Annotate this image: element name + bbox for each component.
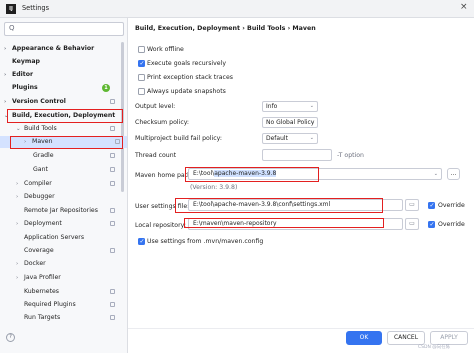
- chevron-right-icon: ›: [4, 72, 7, 78]
- sidebar-item-keymap[interactable]: Keymap: [12, 56, 122, 68]
- folder-icon[interactable]: ▭: [405, 218, 419, 230]
- sidebar-item-java-profiler[interactable]: › Java Profiler: [16, 272, 122, 284]
- sidebar-item-version-control[interactable]: › Version Control: [4, 96, 122, 108]
- work-offline-label: Work offline: [147, 46, 184, 53]
- execute-goals-recursively-checkbox[interactable]: [138, 60, 145, 67]
- sidebar-item-plugins[interactable]: Plugins 1: [12, 82, 122, 94]
- use-mvn-config-label: Use settings from .mvn/maven.config: [147, 238, 264, 245]
- browse-maven-home-button[interactable]: …: [447, 168, 460, 180]
- title-bar: [0, 0, 474, 18]
- thread-count-input[interactable]: [262, 149, 332, 161]
- chevron-down-icon: ⌄: [433, 171, 438, 177]
- use-mvn-config-checkbox[interactable]: [138, 238, 145, 245]
- breadcrumb-separator: ›: [287, 25, 291, 32]
- sidebar-item-appearance[interactable]: › Appearance & Behavior: [4, 43, 122, 55]
- apply-button[interactable]: APPLY: [430, 331, 468, 345]
- work-offline-checkbox[interactable]: [138, 46, 145, 53]
- sidebar-item-kubernetes[interactable]: Kubernetes: [24, 286, 122, 298]
- plugins-update-badge: 1: [102, 84, 110, 92]
- sidebar-item-build-tools[interactable]: ⌄ Build Tools: [16, 123, 122, 135]
- always-update-snapshots-label: Always update snapshots: [147, 88, 226, 95]
- chevron-right-icon: ›: [16, 275, 19, 281]
- print-exception-checkbox[interactable]: [138, 74, 145, 81]
- project-settings-icon: [110, 167, 115, 172]
- chevron-right-icon: ›: [16, 221, 19, 227]
- sidebar-item-debugger[interactable]: › Debugger: [16, 191, 122, 203]
- close-icon[interactable]: ×: [460, 2, 468, 12]
- thread-count-hint: -T option: [337, 152, 364, 159]
- highlight-box: [185, 167, 319, 182]
- highlight-box: [175, 198, 383, 213]
- highlight-box: [184, 218, 384, 228]
- project-settings-icon: [110, 208, 115, 213]
- project-settings-icon: [110, 99, 115, 104]
- chevron-right-icon: ›: [16, 181, 19, 187]
- project-settings-icon: [110, 153, 115, 158]
- project-settings-icon: [110, 289, 115, 294]
- sidebar-item-coverage[interactable]: Coverage: [24, 245, 122, 257]
- sidebar-item-application-servers[interactable]: Application Servers: [24, 232, 122, 244]
- project-settings-icon: [110, 181, 115, 186]
- always-update-snapshots-checkbox[interactable]: [138, 88, 145, 95]
- override-label: Override: [438, 221, 465, 228]
- sidebar-item-remote-jar-repositories[interactable]: Remote Jar Repositories: [24, 205, 122, 217]
- print-exception-label: Print exception stack traces: [147, 74, 233, 81]
- project-settings-icon: [110, 315, 115, 320]
- breadcrumb: Build, Execution, Deployment › Build Too…: [135, 25, 316, 32]
- search-icon: Q: [9, 24, 15, 32]
- cancel-button[interactable]: CANCEL: [387, 331, 425, 345]
- search-input[interactable]: [4, 22, 124, 36]
- override-label: Override: [438, 202, 465, 209]
- sidebar-item-editor[interactable]: › Editor: [4, 69, 122, 81]
- sidebar-item-required-plugins[interactable]: Required Plugins: [24, 299, 122, 311]
- override-user-settings-checkbox[interactable]: [428, 202, 435, 209]
- folder-icon[interactable]: ▭: [405, 199, 419, 211]
- breadcrumb-build-tools[interactable]: Build Tools: [247, 25, 285, 32]
- checksum-policy-select[interactable]: No Global Policy ⌄: [262, 117, 318, 128]
- chevron-right-icon: ›: [4, 46, 7, 52]
- chevron-down-icon: ⌄: [309, 103, 314, 109]
- local-repo-label: Local repository:: [135, 222, 186, 229]
- highlight-box: [10, 136, 123, 149]
- project-settings-icon: [110, 302, 115, 307]
- maven-version-text: (Version: 3.9.8): [190, 184, 238, 191]
- project-settings-icon: [110, 248, 115, 253]
- execute-goals-recursively-label: Execute goals recursively: [147, 60, 226, 67]
- project-settings-icon: [110, 221, 115, 226]
- sidebar-item-run-targets[interactable]: Run Targets: [24, 312, 122, 324]
- chevron-down-icon: ⌄: [16, 126, 21, 132]
- multiproject-select[interactable]: Default ⌄: [262, 133, 318, 144]
- chevron-right-icon: ›: [16, 261, 19, 267]
- sidebar-item-compiler[interactable]: › Compiler: [16, 178, 122, 190]
- output-level-label: Output level:: [135, 103, 176, 110]
- chevron-down-icon: ⌄: [309, 135, 314, 141]
- checksum-policy-label: Checksum policy:: [135, 119, 190, 126]
- watermark: CSDN @向在陈: [418, 345, 451, 350]
- sidebar-item-gant[interactable]: Gant: [33, 164, 122, 176]
- chevron-down-icon: ⌄: [309, 119, 314, 125]
- sidebar-item-docker[interactable]: › Docker: [16, 258, 122, 270]
- sidebar-item-deployment[interactable]: › Deployment: [16, 218, 122, 230]
- ok-button[interactable]: OK: [346, 331, 382, 345]
- output-level-select[interactable]: Info ⌄: [262, 101, 318, 112]
- breadcrumb-build-execution-deployment[interactable]: Build, Execution, Deployment: [135, 25, 240, 32]
- window-title: Settings: [22, 4, 50, 12]
- chevron-right-icon: ›: [4, 99, 7, 105]
- project-settings-icon: [110, 126, 115, 131]
- app-icon: IJ: [6, 4, 16, 14]
- override-local-repo-checkbox[interactable]: [428, 221, 435, 228]
- sidebar-item-gradle[interactable]: Gradle: [33, 150, 122, 162]
- highlight-box: [7, 109, 123, 123]
- chevron-right-icon: ›: [16, 194, 19, 200]
- help-button[interactable]: ?: [6, 333, 15, 342]
- breadcrumb-maven: Maven: [292, 25, 316, 32]
- multiproject-label: Multiproject build fail policy:: [135, 135, 222, 142]
- thread-count-label: Thread count: [135, 152, 177, 159]
- breadcrumb-separator: ›: [242, 25, 245, 32]
